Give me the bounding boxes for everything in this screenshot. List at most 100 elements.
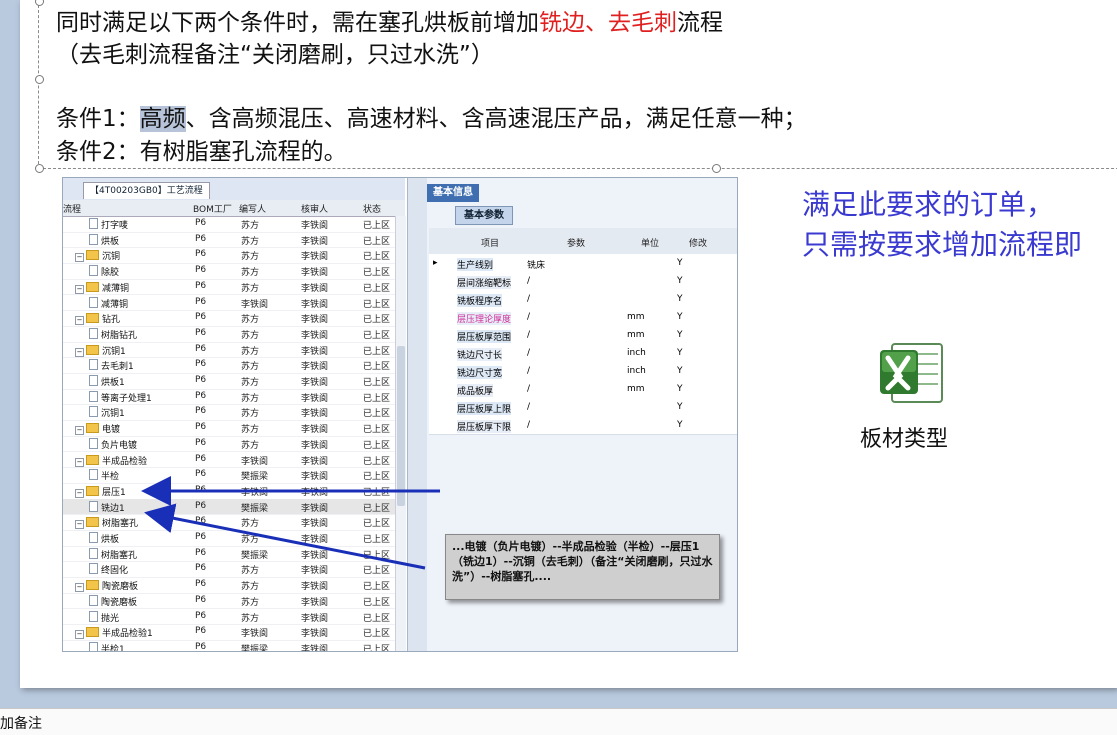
param-row[interactable]: 层间涨缩靶标 / Y [429, 272, 737, 291]
col-header[interactable]: BOM工厂 [193, 202, 232, 215]
row-label: 除胶 [101, 268, 120, 279]
resize-handle[interactable] [35, 164, 44, 173]
param-row[interactable]: 铣边尺寸长 / inch Y [429, 344, 737, 363]
table-row[interactable]: 树脂塞孔 P6 樊振梁 李铁阆 已上区 [63, 546, 395, 563]
param-row[interactable]: ▸ 生产线别 铣床 Y [429, 254, 737, 273]
resize-handle[interactable] [35, 75, 44, 84]
table-row[interactable]: 烘板 P6 苏方 李铁阆 已上区 [63, 530, 395, 547]
col-header[interactable]: 编写人 [239, 202, 266, 215]
table-row[interactable]: 除胶 P6 苏方 李铁阆 已上区 [63, 263, 395, 280]
process-tab[interactable]: 【4T00203GB0】工艺流程 [83, 182, 210, 199]
param-col-header[interactable]: 参数 [567, 236, 585, 249]
slide-editor-area: 同时满足以下两个条件时，需在塞孔烘板前增加铣边、去毛刺流程 （去毛刺流程备注“关… [0, 0, 1117, 708]
param-val[interactable]: / [527, 294, 530, 304]
scroll-thumb[interactable] [397, 346, 405, 506]
param-row[interactable]: 铣板程序名 / Y [429, 290, 737, 309]
collapse-toggle-icon[interactable]: − [75, 583, 84, 593]
col-header[interactable]: 状态 [363, 202, 381, 215]
param-name: 铣边尺寸宽 [457, 366, 503, 379]
table-row[interactable]: − 陶瓷磨板 P6 苏方 李铁阆 已上区 [63, 577, 395, 594]
param-row[interactable]: 铣边尺寸宽 / inch Y [429, 362, 737, 381]
table-row[interactable]: 烘板 P6 苏方 李铁阆 已上区 [63, 232, 395, 249]
table-row[interactable]: 终固化 P6 苏方 李铁阆 已上区 [63, 561, 395, 579]
param-val[interactable]: / [527, 348, 530, 358]
excel-icon[interactable] [878, 338, 946, 408]
param-val[interactable]: / [527, 402, 530, 412]
table-row[interactable]: − 层压1 P6 李铁阆 李铁阆 已上区 [63, 483, 395, 500]
condition-1[interactable]: 条件1：高频、含高频混压、高速材料、含高速混压产品，满足任意一种； [56, 99, 807, 133]
condition-2[interactable]: 条件2：有树脂塞孔流程的。 [56, 132, 347, 166]
collapse-toggle-icon[interactable]: − [75, 426, 84, 436]
cell-reviewer: 李铁阆 [301, 487, 329, 498]
cell-writer: 苏方 [241, 283, 260, 294]
subtitle-line[interactable]: （去毛刺流程备注“关闭磨刷，只过水洗”） [56, 35, 494, 69]
table-row[interactable]: − 树脂塞孔 P6 苏方 李铁阆 已上区 [63, 514, 395, 531]
resize-handle[interactable] [35, 0, 44, 6]
param-val[interactable]: / [527, 384, 530, 394]
table-row[interactable]: − 半成品检验1 P6 李铁阆 李铁阆 已上区 [63, 624, 395, 641]
param-col-header[interactable]: 项目 [481, 236, 499, 249]
notes-pane[interactable]: 加备注 [0, 708, 1117, 735]
collapse-toggle-icon[interactable]: − [75, 284, 84, 294]
table-row[interactable]: − 钻孔 P6 苏方 李铁阆 已上区 [63, 310, 395, 327]
param-row[interactable]: 层压理论厚度 / mm Y [429, 308, 737, 327]
param-val[interactable]: / [527, 330, 530, 340]
col-header[interactable]: 核审人 [301, 202, 328, 215]
table-row[interactable]: 抛光 P6 苏方 李铁阆 已上区 [63, 609, 395, 626]
table-row[interactable]: 半检1 P6 樊振梁 李铁阆 已上区 [63, 640, 395, 651]
table-row[interactable]: 去毛刺1 P6 苏方 李铁阆 已上区 [63, 357, 395, 374]
cell-writer: 苏方 [241, 268, 260, 279]
param-val[interactable]: / [527, 276, 530, 286]
param-val[interactable]: / [527, 312, 530, 322]
param-val[interactable]: / [527, 366, 530, 376]
param-val[interactable]: 铣床 [527, 258, 545, 271]
table-row[interactable]: 负片电镀 P6 苏方 李铁阆 已上区 [63, 436, 395, 453]
table-row[interactable]: − 沉铜 P6 苏方 李铁阆 已上区 [63, 247, 395, 265]
cell-writer: 苏方 [241, 535, 260, 545]
row-label: 打字唛 [101, 221, 129, 231]
param-col-header[interactable]: 修改 [689, 236, 707, 249]
table-row[interactable]: 陶瓷磨板 P6 苏方 李铁阆 已上区 [63, 593, 395, 610]
title-line[interactable]: 同时满足以下两个条件时，需在塞孔烘板前增加铣边、去毛刺流程 [56, 3, 723, 37]
callout-box[interactable]: ...电镀（负片电镀）--半成品检验（半检）--层压1（铣边1）--沉铜（去毛刺… [445, 534, 720, 600]
cell-writer: 苏方 [241, 582, 260, 593]
notes-text[interactable]: 加备注 [0, 713, 42, 733]
panel-splitter[interactable] [407, 178, 429, 651]
note-text[interactable]: 满足此要求的订单， 只需按要求增加流程即 [802, 183, 1082, 263]
selected-text[interactable]: 高频 [139, 106, 186, 132]
cell-writer: 苏方 [241, 362, 260, 373]
cell-reviewer: 李铁阆 [301, 566, 329, 577]
param-row[interactable]: 层压板厚范围 / mm Y [429, 326, 737, 345]
resize-handle[interactable] [712, 164, 721, 173]
param-row[interactable]: 成品板厚 / mm Y [429, 380, 737, 399]
collapse-toggle-icon[interactable]: − [75, 520, 84, 530]
excel-label[interactable]: 板材类型 [860, 421, 948, 453]
table-row[interactable]: 树脂钻孔 P6 苏方 李铁阆 已上区 [63, 326, 395, 343]
table-row[interactable]: 打字唛 P6 苏方 李铁阆 已上区 [63, 216, 395, 233]
tab-basic-params[interactable]: 基本参数 [455, 206, 513, 225]
folder-icon [86, 485, 99, 496]
collapse-toggle-icon[interactable]: − [75, 347, 84, 357]
collapse-toggle-icon[interactable]: − [75, 488, 84, 498]
table-row[interactable]: − 减薄铜 P6 苏方 李铁阆 已上区 [63, 279, 395, 296]
slide-canvas[interactable]: 同时满足以下两个条件时，需在塞孔烘板前增加铣边、去毛刺流程 （去毛刺流程备注“关… [20, 0, 1117, 688]
param-col-header[interactable]: 单位 [641, 236, 659, 249]
collapse-toggle-icon[interactable]: − [75, 253, 84, 263]
param-row[interactable]: 层压板厚上限 / Y [429, 398, 737, 417]
table-row[interactable]: 沉铜1 P6 苏方 李铁阆 已上区 [63, 404, 395, 422]
table-row[interactable]: − 电镀 P6 苏方 李铁阆 已上区 [63, 420, 395, 437]
table-row[interactable]: 烘板1 P6 苏方 李铁阆 已上区 [63, 373, 395, 390]
collapse-toggle-icon[interactable]: − [75, 457, 84, 467]
table-row[interactable]: − 半成品检验 P6 李铁阆 李铁阆 已上区 [63, 452, 395, 469]
table-row[interactable]: 等离子处理1 P6 苏方 李铁阆 已上区 [63, 389, 395, 406]
col-header[interactable]: 流程 [63, 202, 81, 215]
table-row[interactable]: 半检 P6 樊振梁 李铁阆 已上区 [63, 467, 395, 484]
param-row[interactable]: 层压板厚下限 / Y [429, 416, 737, 435]
collapse-toggle-icon[interactable]: − [75, 630, 84, 640]
param-val[interactable]: / [527, 420, 530, 430]
table-row[interactable]: 减薄铜 P6 李铁阆 李铁阆 已上区 [63, 295, 395, 312]
collapse-toggle-icon[interactable]: − [75, 316, 84, 326]
vertical-scrollbar[interactable] [395, 216, 406, 651]
table-row[interactable]: − 沉铜1 P6 苏方 李铁阆 已上区 [63, 342, 395, 359]
table-row[interactable]: 铣边1 P6 樊振梁 李铁阆 已上区 [63, 498, 395, 516]
